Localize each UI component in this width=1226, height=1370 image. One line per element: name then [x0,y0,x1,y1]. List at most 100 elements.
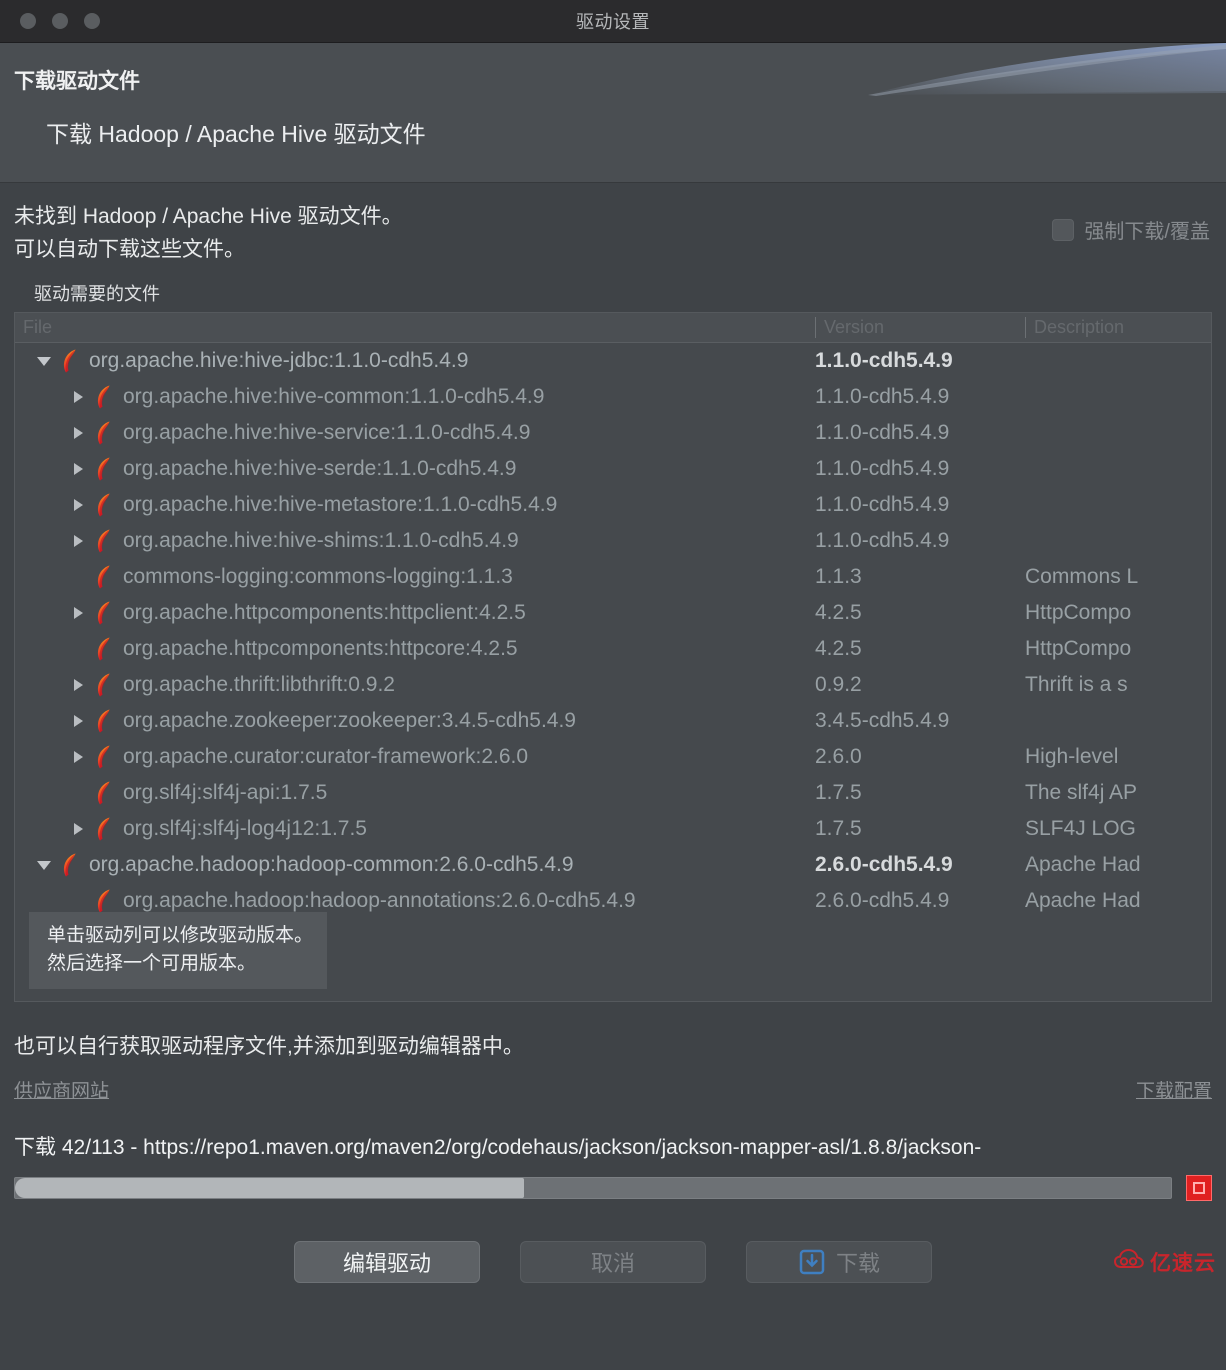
download-status-text: 下载 42/113 - https://repo1.maven.org/mave… [14,1136,982,1160]
table-row[interactable]: org.apache.httpcomponents:httpclient:4.2… [15,595,1211,631]
column-header-description[interactable]: Description [1025,317,1211,339]
expand-arrow-right-icon[interactable] [69,531,89,551]
cell-version[interactable]: 2.6.0-cdh5.4.9 [815,889,1025,913]
cell-file[interactable]: org.slf4j:slf4j-api:1.7.5 [15,780,815,806]
cell-version[interactable]: 1.1.0-cdh5.4.9 [815,529,1025,553]
cell-version[interactable]: 2.6.0-cdh5.4.9 [815,853,1025,877]
cell-file[interactable]: org.slf4j:slf4j-log4j12:1.7.5 [15,816,815,842]
cell-description: The slf4j AP [1025,781,1138,805]
apache-feather-icon [97,457,110,481]
cell-file[interactable]: org.apache.hadoop:hadoop-annotations:2.6… [15,888,815,914]
expand-arrow-right-icon[interactable] [69,747,89,767]
watermark: 亿速云 [1113,1247,1216,1277]
dialog-header: 下载驱动文件 下载 Hadoop / Apache Hive 驱动文件 [0,43,1226,183]
zoom-button[interactable] [84,13,100,29]
table-row[interactable]: org.apache.hadoop:hadoop-common:2.6.0-cd… [15,847,1211,883]
no-expand-placeholder [69,567,89,587]
table-row[interactable]: org.apache.httpcomponents:httpcore:4.2.5… [15,631,1211,667]
page-title: 下载驱动文件 [14,70,140,93]
cell-version[interactable]: 3.4.5-cdh5.4.9 [815,709,1025,733]
table-row[interactable]: org.apache.hive:hive-jdbc:1.1.0-cdh5.4.9… [15,343,1211,379]
cell-file[interactable]: org.apache.hive:hive-common:1.1.0-cdh5.4… [15,384,815,410]
window-controls [20,13,100,29]
cell-description: Apache Had [1025,889,1141,913]
cell-version[interactable]: 2.6.0 [815,745,1025,769]
cell-file[interactable]: org.apache.zookeeper:zookeeper:3.4.5-cdh… [15,708,815,734]
cloud-logo-icon [1113,1248,1144,1277]
dialog-button-row: 编辑驱动 取消 下载 [14,1241,1212,1284]
driver-files-table[interactable]: File Version Description org.apache.hive… [14,312,1212,1003]
table-row[interactable]: org.apache.hive:hive-shims:1.1.0-cdh5.4.… [15,523,1211,559]
cell-version[interactable]: 1.7.5 [815,817,1025,841]
cell-file[interactable]: org.apache.hive:hive-shims:1.1.0-cdh5.4.… [15,528,815,554]
table-row[interactable]: org.apache.hive:hive-metastore:1.1.0-cdh… [15,487,1211,523]
apache-feather-icon [97,637,110,661]
table-row[interactable]: org.apache.curator:curator-framework:2.6… [15,739,1211,775]
table-row[interactable]: org.apache.hive:hive-serde:1.1.0-cdh5.4.… [15,451,1211,487]
table-row[interactable]: org.apache.thrift:libthrift:0.9.2 0.9.2 Th… [15,667,1211,703]
expand-arrow-right-icon[interactable] [69,387,89,407]
cell-version[interactable]: 1.1.0-cdh5.4.9 [815,457,1025,481]
expand-arrow-right-icon[interactable] [69,603,89,623]
cell-file[interactable]: org.apache.hive:hive-service:1.1.0-cdh5.… [15,420,815,446]
table-row[interactable]: org.slf4j:slf4j-api:1.7.5 1.7.5 The slf4j … [15,775,1211,811]
notice-line-2: 可以自动下载这些文件。 [14,237,245,261]
cell-description: HttpCompo [1025,637,1132,661]
notice-block: 未找到 Hadoop / Apache Hive 驱动文件。 可以自动下载这些文… [14,201,1212,266]
file-name-label: org.apache.httpcomponents:httpcore:4.2.5 [123,637,518,661]
column-header-version[interactable]: Version [815,317,1025,339]
expand-arrow-right-icon[interactable] [69,423,89,443]
download-config-link[interactable]: 下载配置 [1136,1076,1212,1103]
dialog-body: 未找到 Hadoop / Apache Hive 驱动文件。 可以自动下载这些文… [0,201,1226,1284]
cell-version[interactable]: 1.1.0-cdh5.4.9 [815,421,1025,445]
expand-arrow-right-icon[interactable] [69,711,89,731]
minimize-button[interactable] [52,13,68,29]
page-subtitle: 下载 Hadoop / Apache Hive 驱动文件 [46,121,426,147]
download-icon [798,1248,826,1276]
file-name-label: org.slf4j:slf4j-log4j12:1.7.5 [123,817,367,841]
cell-version[interactable]: 1.7.5 [815,781,1025,805]
apache-feather-icon [63,349,76,373]
force-download-checkbox[interactable] [1052,218,1075,241]
file-name-label: org.apache.hive:hive-metastore:1.1.0-cdh… [123,493,558,517]
table-row[interactable]: commons-logging:commons-logging:1.1.3 1.1… [15,559,1211,595]
table-row[interactable]: org.apache.hive:hive-common:1.1.0-cdh5.4… [15,379,1211,415]
expand-arrow-down-icon[interactable] [35,855,55,875]
cell-file[interactable]: org.apache.hive:hive-metastore:1.1.0-cdh… [15,492,815,518]
expand-arrow-right-icon[interactable] [69,675,89,695]
cancel-button[interactable]: 取消 [520,1241,706,1284]
column-header-file[interactable]: File [15,317,815,338]
expand-arrow-down-icon[interactable] [35,351,55,371]
table-row[interactable]: org.apache.hive:hive-service:1.1.0-cdh5.… [15,415,1211,451]
expand-arrow-right-icon[interactable] [69,819,89,839]
cell-file[interactable]: org.apache.httpcomponents:httpclient:4.2… [15,600,815,626]
expand-arrow-right-icon[interactable] [69,459,89,479]
download-progress-bar [14,1177,1172,1200]
table-row[interactable]: org.slf4j:slf4j-log4j12:1.7.5 1.7.5 SLF4J … [15,811,1211,847]
download-button[interactable]: 下载 [746,1241,932,1284]
cell-version[interactable]: 1.1.0-cdh5.4.9 [815,349,1025,373]
cell-file[interactable]: org.apache.thrift:libthrift:0.9.2 [15,672,815,698]
force-download-checkbox-group[interactable]: 强制下载/覆盖 [1052,215,1210,244]
expand-arrow-right-icon[interactable] [69,495,89,515]
file-name-label: commons-logging:commons-logging:1.1.3 [123,565,513,589]
cell-file[interactable]: org.apache.hadoop:hadoop-common:2.6.0-cd… [15,852,815,878]
apache-feather-icon [97,817,110,841]
stop-download-button[interactable] [1186,1175,1212,1202]
close-button[interactable] [20,13,36,29]
cell-version[interactable]: 1.1.3 [815,565,1025,589]
cell-file[interactable]: org.apache.hive:hive-serde:1.1.0-cdh5.4.… [15,456,815,482]
cell-version[interactable]: 4.2.5 [815,601,1025,625]
cell-version[interactable]: 4.2.5 [815,637,1025,661]
cell-file[interactable]: commons-logging:commons-logging:1.1.3 [15,564,815,590]
no-expand-placeholder [69,783,89,803]
cell-file[interactable]: org.apache.hive:hive-jdbc:1.1.0-cdh5.4.9 [15,348,815,374]
cell-version[interactable]: 1.1.0-cdh5.4.9 [815,493,1025,517]
cell-file[interactable]: org.apache.httpcomponents:httpcore:4.2.5 [15,636,815,662]
cell-file[interactable]: org.apache.curator:curator-framework:2.6… [15,744,815,770]
vendor-website-link[interactable]: 供应商网站 [14,1076,109,1103]
table-row[interactable]: org.apache.zookeeper:zookeeper:3.4.5-cdh… [15,703,1211,739]
cell-version[interactable]: 1.1.0-cdh5.4.9 [815,385,1025,409]
cell-version[interactable]: 0.9.2 [815,673,1025,697]
edit-driver-button[interactable]: 编辑驱动 [294,1241,480,1284]
